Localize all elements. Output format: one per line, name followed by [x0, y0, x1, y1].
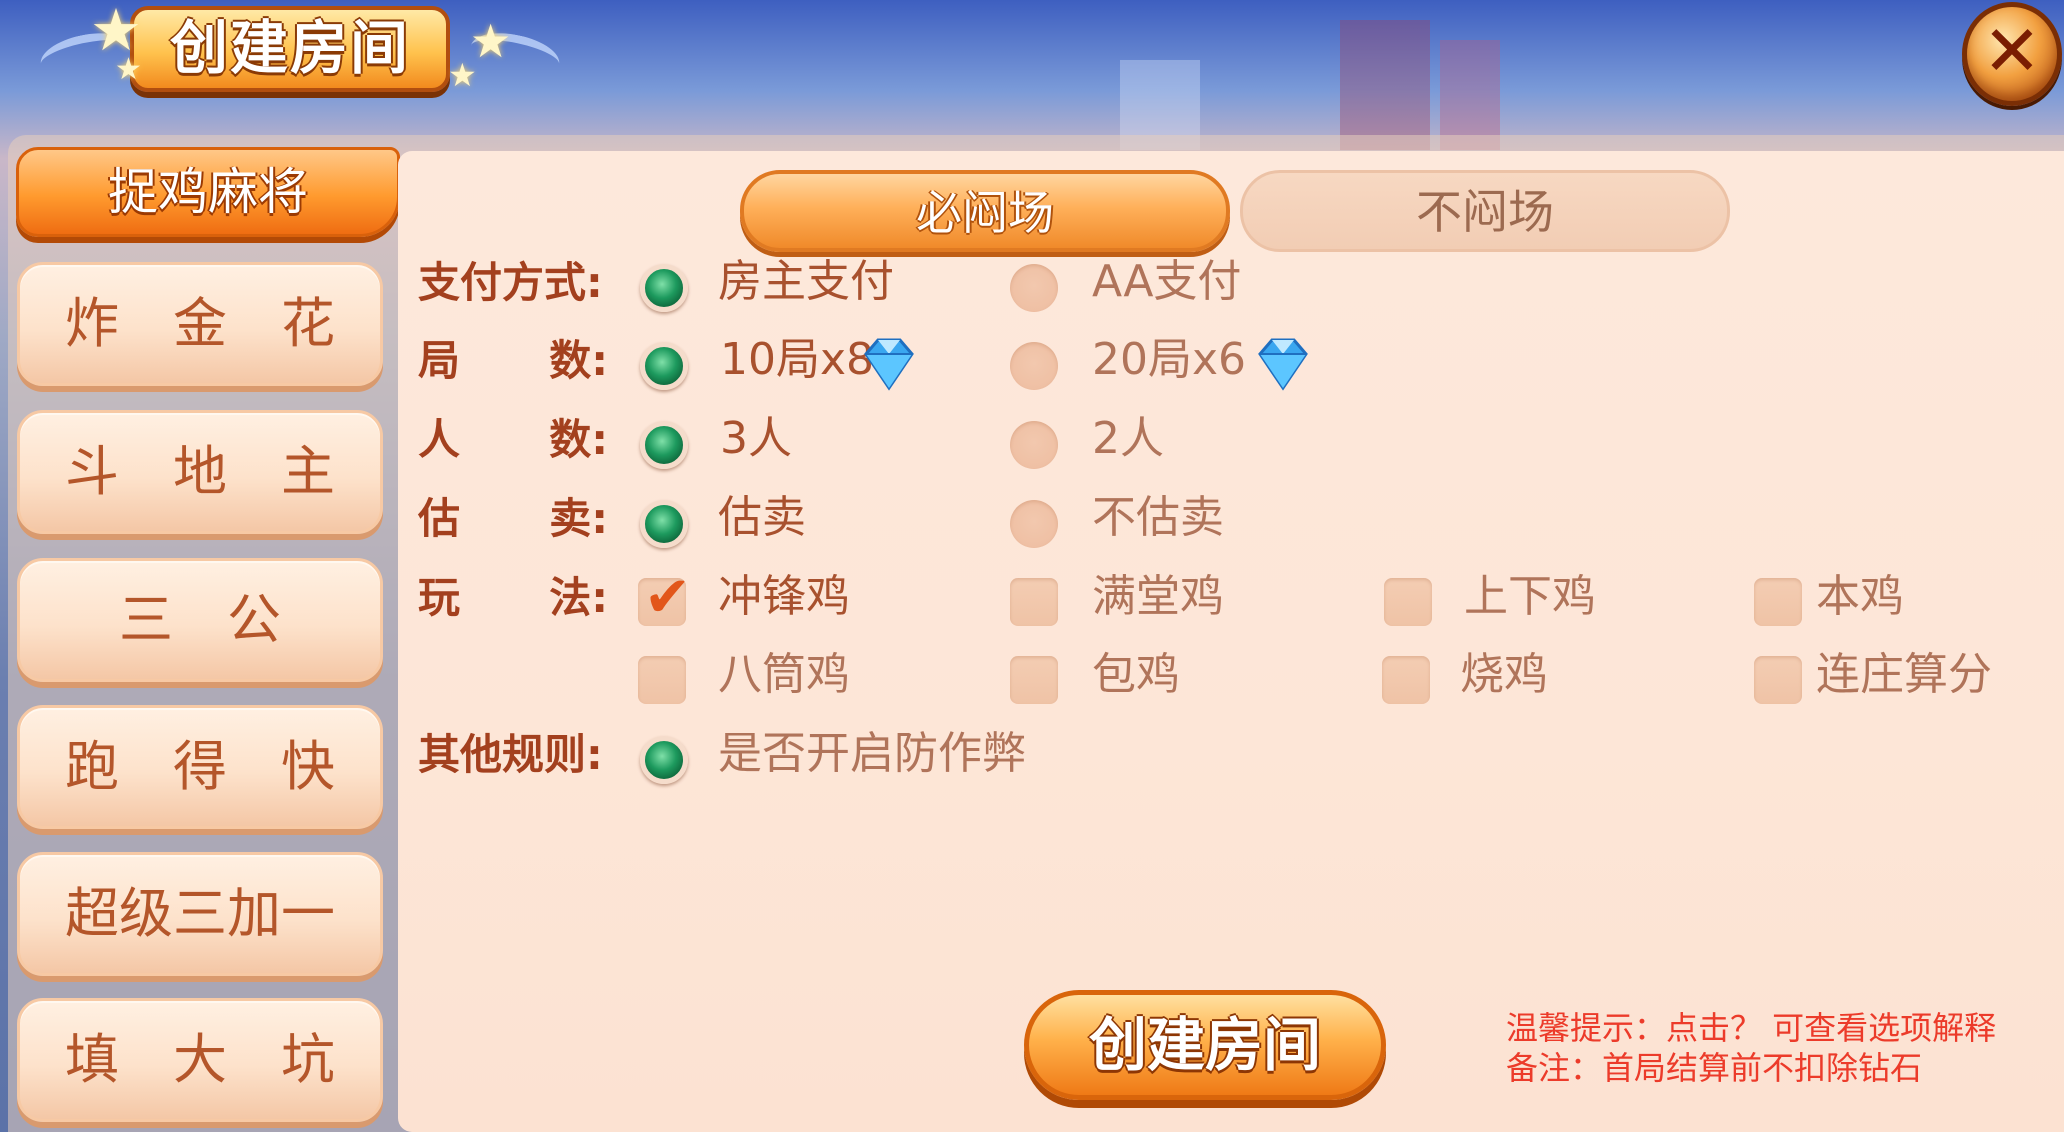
option-gumai-label: 估卖 — [718, 492, 806, 543]
diamond-icon — [864, 338, 914, 391]
sidebar-item-zhajinhua[interactable]: 炸 金 花 — [17, 262, 383, 386]
radio-3-players[interactable] — [640, 421, 688, 469]
game-sidebar: 捉鸡麻将 炸 金 花 斗 地 主 三 公 跑 得 快 超级三加一 填 大 坑 — [0, 0, 400, 1132]
players-label: 人数: — [418, 415, 608, 464]
option-baoji-label: 包鸡 — [1092, 649, 1180, 700]
radio-owner-pay[interactable] — [640, 264, 688, 312]
checkbox-benji[interactable] — [1754, 578, 1802, 626]
option-chongfengji-label: 冲锋鸡 — [718, 571, 850, 622]
play-rules-label: 玩法: — [418, 573, 608, 622]
sidebar-item-zhuoji-mahjong[interactable]: 捉鸡麻将 — [16, 147, 400, 237]
option-shaoji-label: 烧鸡 — [1460, 649, 1548, 700]
close-icon: ✕ — [1982, 10, 2042, 92]
diamond-icon — [1258, 338, 1308, 391]
radio-bugumai[interactable] — [1010, 500, 1058, 548]
sidebar-item-paodekuai[interactable]: 跑 得 快 — [17, 705, 383, 829]
star-icon: ★ — [448, 56, 477, 94]
option-3-players-label: 3人 — [720, 413, 792, 464]
checkbox-chongfengji[interactable]: ✔ — [638, 568, 691, 628]
option-bugumai-label: 不估卖 — [1092, 492, 1224, 543]
option-batongji-label: 八筒鸡 — [718, 649, 850, 700]
checkbox-shangxiaji[interactable] — [1384, 578, 1432, 626]
option-benji-label: 本鸡 — [1816, 571, 1904, 622]
option-aa-pay-label: AA支付 — [1092, 256, 1242, 307]
checkbox-lianzhuang[interactable] — [1754, 656, 1802, 704]
radio-aa-pay[interactable] — [1010, 264, 1058, 312]
sidebar-item-doudizhu[interactable]: 斗 地 主 — [17, 410, 383, 534]
checkbox-batongji[interactable] — [638, 656, 686, 704]
radio-10-rounds[interactable] — [640, 342, 688, 390]
option-2-players-label: 2人 — [1092, 413, 1164, 464]
hint-text: 温馨提示：点击？ 可查看选项解释 — [1506, 1009, 1997, 1047]
close-button[interactable]: ✕ — [1962, 2, 2062, 106]
option-anticheat-label: 是否开启防作弊 — [718, 728, 1026, 779]
option-10-rounds-label: 10局x8 — [720, 334, 875, 385]
create-room-button[interactable]: 创建房间 — [1024, 990, 1386, 1100]
option-owner-pay-label: 房主支付 — [718, 256, 894, 307]
background-building — [1340, 20, 1430, 150]
sidebar-item-chaoji-sanjiayi[interactable]: 超级三加一 — [17, 852, 383, 976]
checkbox-shaoji[interactable] — [1382, 656, 1430, 704]
other-rules-label: 其他规则: — [418, 730, 603, 779]
radio-gumai[interactable] — [640, 500, 688, 548]
tab-bumen[interactable]: 不闷场 — [1240, 170, 1730, 252]
option-lianzhuang-label: 连庄算分 — [1816, 649, 1992, 700]
note-text: 备注：首局结算前不扣除钻石 — [1506, 1049, 1923, 1087]
background-building — [1440, 40, 1500, 150]
radio-anticheat[interactable] — [640, 736, 688, 784]
option-shangxiaji-label: 上下鸡 — [1464, 571, 1596, 622]
sidebar-item-tiandakeng[interactable]: 填 大 坑 — [17, 998, 383, 1122]
option-mantangji-label: 满堂鸡 — [1092, 571, 1224, 622]
payment-label: 支付方式: — [418, 258, 603, 307]
checkbox-mantangji[interactable] — [1010, 578, 1058, 626]
radio-20-rounds[interactable] — [1010, 342, 1058, 390]
tab-bimen[interactable]: 必闷场 — [740, 170, 1230, 252]
rounds-label: 局数: — [418, 336, 608, 385]
gumai-label: 估卖: — [418, 494, 608, 543]
radio-2-players[interactable] — [1010, 421, 1058, 469]
checkmark-icon: ✔ — [644, 565, 691, 630]
checkbox-baoji[interactable] — [1010, 656, 1058, 704]
sidebar-item-sangong[interactable]: 三 公 — [17, 558, 383, 682]
option-20-rounds-label: 20局x6 — [1092, 334, 1247, 385]
